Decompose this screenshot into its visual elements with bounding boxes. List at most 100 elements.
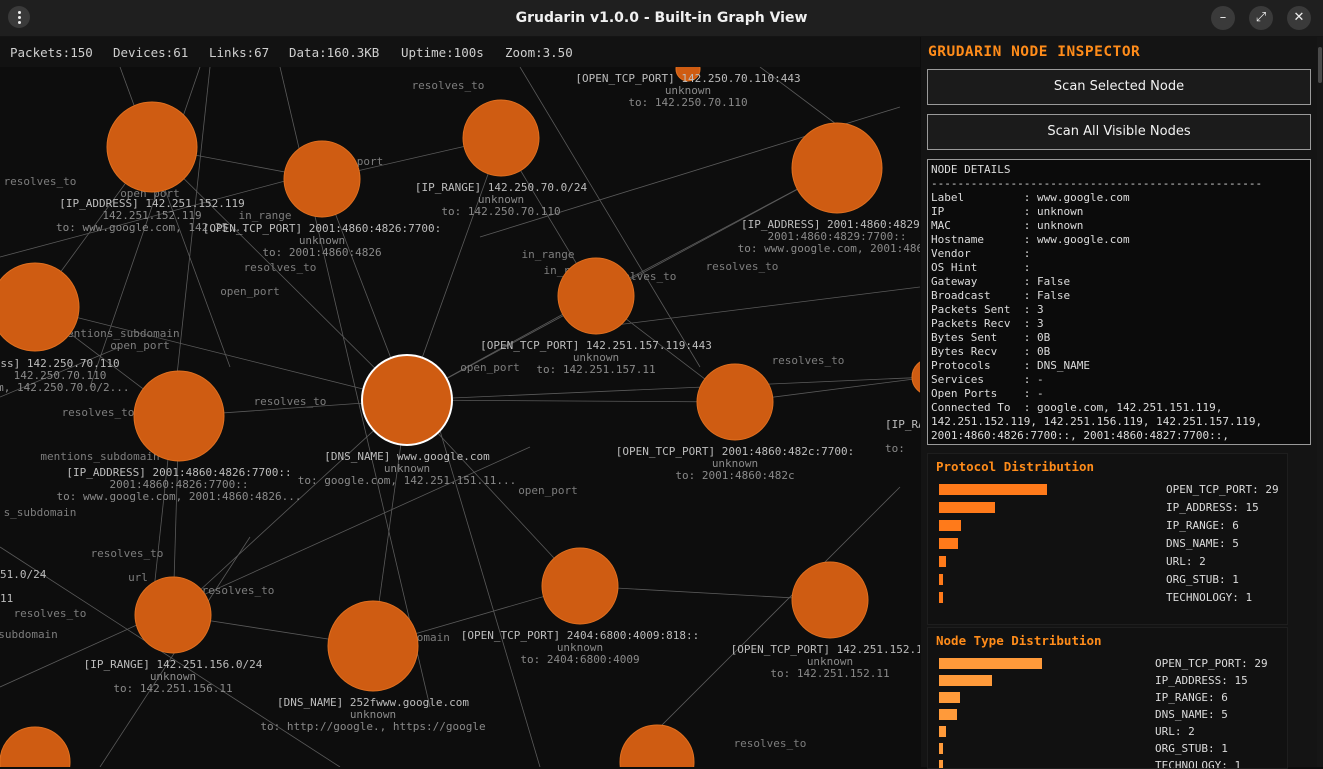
edge-label: resolves_to: [254, 395, 327, 408]
distribution-label: IP_RANGE: 6: [1155, 691, 1228, 704]
graph-node[interactable]: [462, 99, 540, 177]
distribution-label: ORG_STUB: 1: [1166, 573, 1239, 586]
distribution-label: TECHNOLOGY: 1: [1155, 759, 1242, 769]
node-label-fragment: 11: [0, 592, 13, 605]
details-line: 2001:4860:4826:7700::, 2001:4860:4827:77…: [931, 429, 1230, 442]
edge-label: resolves_to: [412, 79, 485, 92]
protocol-distribution-title: Protocol Distribution: [936, 459, 1095, 474]
graph-node[interactable]: [911, 359, 920, 395]
edge-label: port: [357, 155, 384, 168]
details-line: Services : -: [931, 373, 1044, 386]
graph-svg[interactable]: resolves_toopen_portin_rangeresolves_too…: [0, 67, 920, 767]
edge-label: resolves_to: [62, 406, 135, 419]
distribution-bar: [939, 574, 943, 585]
graph-node[interactable]: [134, 576, 212, 654]
inspector-panel: GRUDARIN NODE INSPECTOR Scan Selected No…: [921, 37, 1317, 769]
node-label-fragment: 51.0/24: [0, 568, 47, 581]
edge-label: resolves_to: [91, 547, 164, 560]
edge-label: resolves_to: [4, 175, 77, 188]
distribution-bar: [939, 502, 995, 513]
node-type-distribution-title: Node Type Distribution: [936, 633, 1102, 648]
node-connection-label: to: google.com, 142.251.151.11...: [298, 474, 517, 487]
stat-uptime: Uptime:100s: [401, 45, 484, 60]
node-connection-label: to: 142.251.152.11: [770, 667, 889, 680]
graph-node[interactable]: [106, 101, 198, 193]
node-connection-label: to: 2001:4860:482c: [675, 469, 794, 482]
edge-label: resolves_to: [772, 354, 845, 367]
distribution-label: URL: 2: [1166, 555, 1206, 568]
distribution-bar: [939, 709, 957, 720]
stats-bar: Packets:150 Devices:61 Links:67 Data:160…: [0, 37, 920, 67]
scrollbar-thumb[interactable]: [1318, 47, 1322, 83]
details-line: Bytes Recv : 0B: [931, 345, 1051, 358]
distribution-label: IP_ADDRESS: 15: [1166, 501, 1259, 514]
node-connection-label: to: www.google.com, 2001:4860:: [738, 242, 920, 255]
node-connection-label: to: 142.251.156.11: [113, 682, 232, 695]
stat-data: Data:160.3KB: [289, 45, 380, 60]
details-line: Vendor :: [931, 247, 1031, 260]
distribution-label: ORG_STUB: 1: [1155, 742, 1228, 755]
details-line: Packets Recv : 3: [931, 317, 1044, 330]
edge-label: s_subdomain: [4, 506, 77, 519]
maximize-button[interactable]: ⤢: [1249, 6, 1273, 30]
distribution-label: IP_RANGE: 6: [1166, 519, 1239, 532]
edge-label: resolves_to: [734, 737, 807, 750]
window-title: Grudarin v1.0.0 - Built-in Graph View: [515, 10, 808, 26]
graph-node[interactable]: [791, 122, 883, 214]
distribution-bar: [939, 692, 960, 703]
protocol-distribution-chart: Protocol Distribution OPEN_TCP_PORT: 29 I…: [927, 453, 1288, 625]
distribution-bar: [939, 658, 1042, 669]
graph-node[interactable]: [541, 547, 619, 625]
node-type-distribution-chart: Node Type Distribution OPEN_TCP_PORT: 29…: [927, 627, 1288, 769]
node-connection-label: to:: [885, 442, 905, 455]
details-line: 142.251.152.119, 142.251.156.119, 142.25…: [931, 415, 1263, 428]
graph-node-selected[interactable]: [361, 354, 453, 446]
edge-label: open_port: [460, 361, 520, 374]
edge-label: subdomain: [0, 628, 58, 641]
title-bar: Grudarin v1.0.0 - Built-in Graph View – …: [0, 0, 1323, 37]
distribution-label: IP_ADDRESS: 15: [1155, 674, 1248, 687]
graph-node[interactable]: [327, 600, 419, 692]
details-line: Connected To : google.com, 142.251.151.1…: [931, 401, 1223, 414]
distribution-bar: [939, 484, 1047, 495]
distribution-bar: [939, 538, 958, 549]
distribution-label: URL: 2: [1155, 725, 1195, 738]
details-line: Packets Sent : 3: [931, 303, 1044, 316]
graph-canvas[interactable]: resolves_to open_port in_range resolves_to o…: [0, 67, 920, 767]
node-connection-label: to: 2404:6800:4009: [520, 653, 639, 666]
distribution-bar: [939, 726, 946, 737]
graph-node[interactable]: [696, 363, 774, 441]
node-connection-label: to: 142.250.70.110: [441, 205, 560, 218]
panel-scrollbar[interactable]: [1317, 37, 1323, 767]
graph-node[interactable]: [557, 257, 635, 335]
graph-node[interactable]: [619, 724, 695, 767]
details-line: ----------------------------------------…: [931, 177, 1263, 190]
scan-selected-button[interactable]: Scan Selected Node: [927, 69, 1311, 105]
graph-node[interactable]: [0, 726, 71, 767]
graph-node[interactable]: [283, 140, 361, 218]
graph-node[interactable]: [133, 370, 225, 462]
minimize-button[interactable]: –: [1211, 6, 1235, 30]
close-button[interactable]: ✕: [1287, 6, 1311, 30]
edge-label: url: [128, 571, 148, 584]
details-line: MAC : unknown: [931, 219, 1084, 232]
distribution-bar: [939, 520, 961, 531]
distribution-label: DNS_NAME: 5: [1155, 708, 1228, 721]
graph-node[interactable]: [791, 561, 869, 639]
details-line: Protocols : DNS_NAME: [931, 359, 1090, 372]
node-connection-label: to: 142.251.157.11: [536, 363, 655, 376]
edge-label: resolves_to: [14, 607, 87, 620]
details-line: Broadcast : False: [931, 289, 1071, 302]
node-details-box: NODE DETAILS ---------------------------…: [927, 159, 1311, 445]
node-label: [IP_RANGE: [885, 418, 920, 431]
node-connection-label: to: 2001:4860:4826: [262, 246, 381, 259]
details-line: Hostname : www.google.com: [931, 233, 1130, 246]
distribution-bar: [939, 760, 943, 768]
details-line: Gateway : False: [931, 275, 1071, 288]
edge-label: resolves_to: [706, 260, 779, 273]
distribution-label: OPEN_TCP_PORT: 29: [1166, 483, 1279, 496]
scan-all-button[interactable]: Scan All Visible Nodes: [927, 114, 1311, 150]
edge-label: mentions_subdomain: [40, 450, 159, 463]
details-line: IP : unknown: [931, 205, 1084, 218]
details-line: NODE DETAILS: [931, 163, 1011, 176]
